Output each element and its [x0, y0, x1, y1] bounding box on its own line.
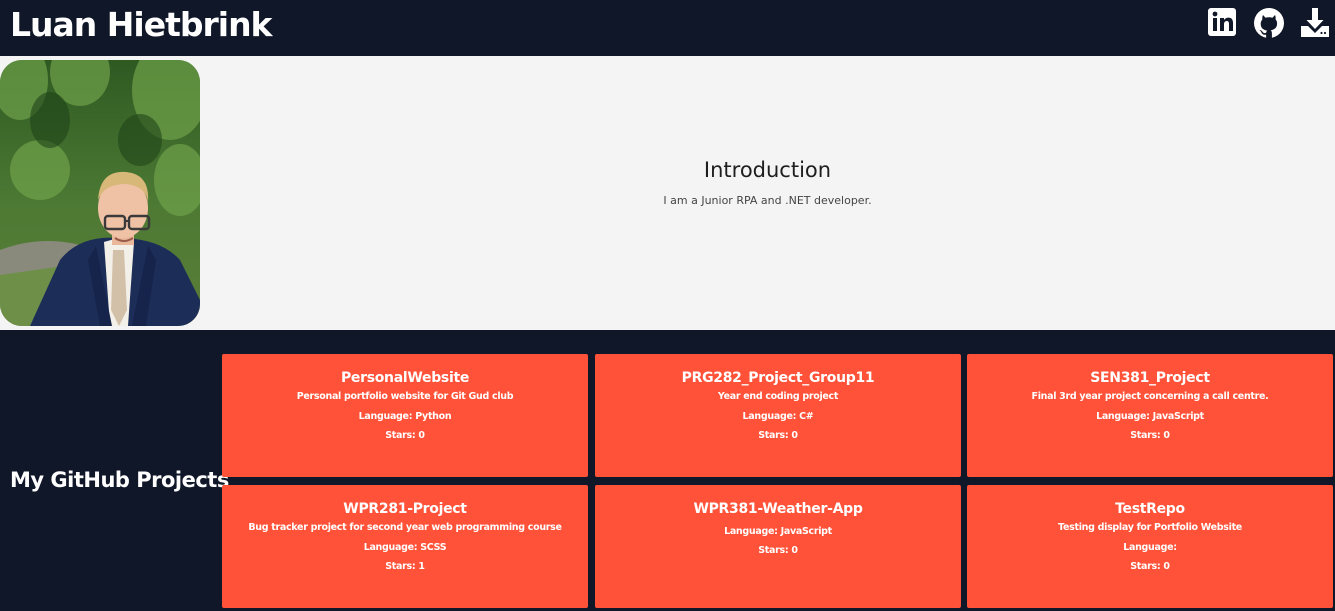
- intro-section: Introduction I am a Junior RPA and .NET …: [0, 56, 1335, 330]
- project-language: Language: C#: [742, 411, 814, 422]
- project-name: WPR381-Weather-App: [693, 501, 863, 517]
- project-language: Language:: [1123, 542, 1177, 553]
- site-title: Luan Hietbrink: [10, 5, 273, 44]
- profile-photo: [0, 60, 200, 326]
- project-card[interactable]: WPR281-Project Bug tracker project for s…: [222, 485, 588, 608]
- download-icon[interactable]: [1299, 6, 1331, 38]
- projects-heading: My GitHub Projects: [10, 468, 229, 492]
- project-language: Language: JavaScript: [724, 526, 832, 537]
- project-stars: Stars: 0: [1130, 561, 1170, 572]
- project-stars: Stars: 0: [758, 545, 798, 556]
- project-name: PRG282_Project_Group11: [681, 370, 875, 386]
- project-language: Language: Python: [358, 411, 452, 422]
- github-icon[interactable]: [1253, 6, 1285, 38]
- project-description: Bug tracker project for second year web …: [248, 522, 562, 533]
- project-name: SEN381_Project: [1090, 370, 1210, 386]
- project-stars: Stars: 0: [758, 430, 798, 441]
- project-stars: Stars: 0: [385, 430, 425, 441]
- project-language: Language: JavaScript: [1096, 411, 1204, 422]
- project-card[interactable]: PersonalWebsite Personal portfolio websi…: [222, 354, 588, 477]
- project-name: WPR281-Project: [343, 501, 467, 517]
- header-icons: [1207, 6, 1331, 38]
- linkedin-icon[interactable]: [1207, 6, 1239, 38]
- project-description: Year end coding project: [717, 391, 839, 402]
- project-stars: Stars: 0: [1130, 430, 1170, 441]
- project-name: TestRepo: [1115, 501, 1185, 517]
- project-description: Testing display for Portfolio Website: [1058, 522, 1242, 533]
- project-card[interactable]: TestRepo Testing display for Portfolio W…: [967, 485, 1333, 608]
- project-language: Language: SCSS: [363, 542, 447, 553]
- intro-description: I am a Junior RPA and .NET developer.: [663, 193, 872, 207]
- intro-text-block: Introduction I am a Junior RPA and .NET …: [200, 56, 1335, 330]
- project-card[interactable]: PRG282_Project_Group11 Year end coding p…: [595, 354, 961, 477]
- project-card[interactable]: WPR381-Weather-App Language: JavaScript …: [595, 485, 961, 608]
- project-name: PersonalWebsite: [340, 370, 470, 386]
- project-description: Final 3rd year project concerning a call…: [1031, 391, 1269, 402]
- project-stars: Stars: 1: [385, 561, 425, 572]
- intro-heading: Introduction: [703, 157, 832, 182]
- projects-section: My GitHub Projects PersonalWebsite Perso…: [0, 330, 1335, 611]
- project-description: Personal portfolio website for Git Gud c…: [296, 391, 514, 402]
- site-header: Luan Hietbrink: [0, 0, 1335, 56]
- project-card[interactable]: SEN381_Project Final 3rd year project co…: [967, 354, 1333, 477]
